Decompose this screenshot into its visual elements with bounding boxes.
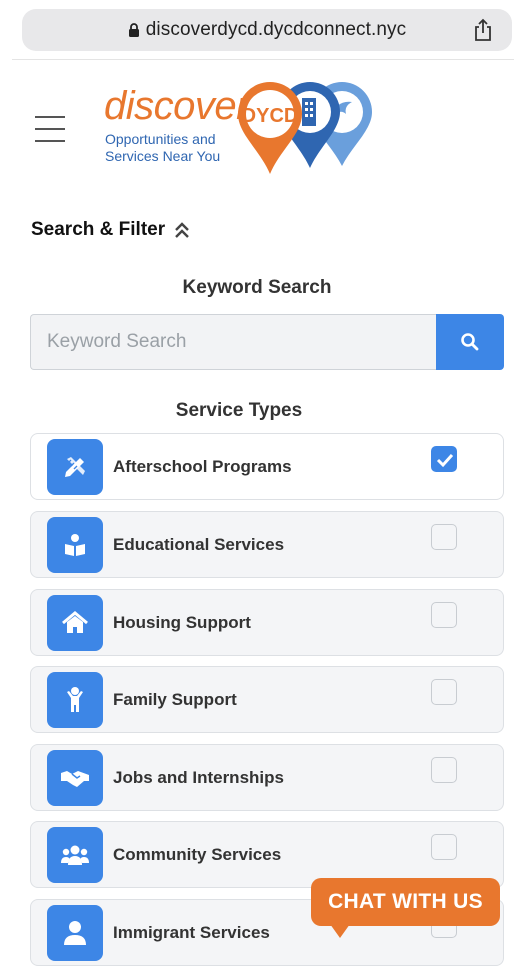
map-pins-logo: DYCD <box>238 82 372 174</box>
logo-word: discover <box>104 84 249 128</box>
address-bar[interactable]: discoverdycd.dycdconnect.nyc <box>22 9 512 51</box>
user-icon <box>47 904 103 961</box>
keyword-search-input[interactable] <box>30 314 436 370</box>
check-icon <box>436 453 454 468</box>
handshake-icon <box>47 749 103 806</box>
lock-icon <box>128 23 139 37</box>
search-button[interactable] <box>436 314 504 370</box>
home-icon <box>47 594 103 651</box>
logo[interactable]: discover Opportunities and Services Near… <box>100 78 380 178</box>
search-icon <box>461 333 479 351</box>
service-item-afterschool-programs[interactable]: Afterschool Programs <box>30 433 504 500</box>
child-icon <box>47 671 103 728</box>
double-chevron-up-icon <box>175 222 189 238</box>
share-icon[interactable] <box>472 18 494 42</box>
service-checkbox[interactable] <box>431 834 457 860</box>
service-checkbox[interactable] <box>431 602 457 628</box>
logo-tagline: Opportunities and Services Near You <box>105 131 221 164</box>
service-item-family-support[interactable]: Family Support <box>30 666 504 733</box>
hamburger-menu-icon[interactable] <box>35 116 65 142</box>
url-text: discoverdycd.dycdconnect.nyc <box>145 19 407 40</box>
divider <box>12 59 514 60</box>
search-filter-toggle[interactable]: Search & Filter <box>31 219 191 241</box>
keyword-search-heading: Keyword Search <box>182 277 332 298</box>
keyword-search-bar <box>30 314 504 370</box>
service-checkbox[interactable] <box>431 446 457 472</box>
reading-person-icon <box>47 516 103 573</box>
service-checkbox[interactable] <box>431 524 457 550</box>
pencil-ruler-icon <box>47 438 103 495</box>
service-item-jobs-and-internships[interactable]: Jobs and Internships <box>30 744 504 811</box>
service-types-heading: Service Types <box>175 400 303 421</box>
logo-badge: DYCD <box>242 105 299 127</box>
service-item-housing-support[interactable]: Housing Support <box>30 589 504 656</box>
users-icon <box>47 826 103 883</box>
service-checkbox[interactable] <box>431 679 457 705</box>
chat-with-us-button[interactable]: CHAT WITH US <box>311 878 500 926</box>
service-item-educational-services[interactable]: Educational Services <box>30 511 504 578</box>
chat-bubble-tail <box>330 924 350 938</box>
service-checkbox[interactable] <box>431 757 457 783</box>
